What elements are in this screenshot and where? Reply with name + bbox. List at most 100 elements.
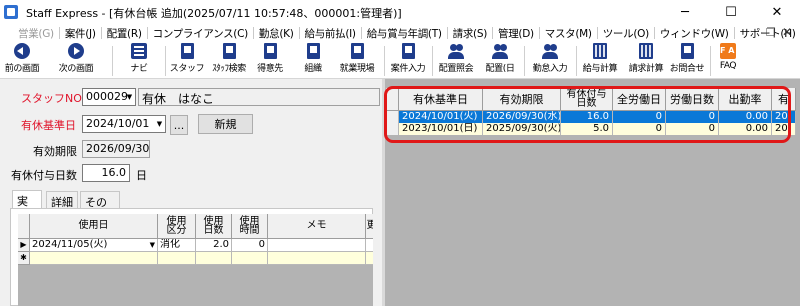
menu-separator: [298, 27, 300, 39]
staff-no-label: スタッフNO: [21, 92, 82, 105]
highlight-annotation: [384, 86, 791, 143]
back-button[interactable]: 前の画面: [2, 42, 42, 79]
placement-inquiry-button[interactable]: 配置照会: [434, 42, 478, 79]
next-button[interactable]: 次の画面: [53, 42, 99, 79]
base-date-value: 2024/10/01: [86, 117, 150, 130]
new-row-cell[interactable]: [30, 252, 158, 265]
menu-separator: [446, 27, 448, 39]
new-row-cell[interactable]: [268, 252, 366, 265]
client-button[interactable]: 得意先: [255, 42, 285, 79]
mdi-close-icon[interactable]: ✕: [782, 25, 792, 39]
staff-no-field[interactable]: 000029 ▼: [82, 88, 136, 106]
menu-admin[interactable]: 管理(D): [494, 26, 538, 41]
date-picker-button[interactable]: ...: [170, 115, 188, 135]
menu-separator: [360, 27, 362, 39]
base-date-label: 有休基準日: [21, 119, 76, 132]
toolbar-separator: [165, 46, 166, 76]
contact-label: お問合せ: [669, 64, 705, 74]
client-icon: [263, 43, 277, 59]
new-row-cell[interactable]: [232, 252, 268, 265]
arrow-right-icon: [68, 43, 84, 59]
calculator-icon: [593, 43, 607, 59]
tab-results[interactable]: 実績: [12, 190, 42, 224]
toolbar-separator: [384, 46, 385, 76]
menu-window[interactable]: ウィンドウ(W): [656, 26, 733, 41]
grant-days-field[interactable]: 16.0: [82, 164, 130, 182]
toolbar-separator: [432, 46, 433, 76]
menu-compliance[interactable]: コンプライアンス(C): [149, 26, 252, 41]
toolbar: 前の画面 次の画面 ナビ スタッフ ｽﾀｯﾌ検索 得意先 組織 就業現場 案件入…: [0, 42, 800, 79]
update-cell[interactable]: [366, 239, 373, 252]
staff-label: スタッフ: [169, 64, 205, 74]
organization-label: 組織: [304, 64, 322, 74]
job-entry-button[interactable]: 案件入力: [386, 42, 430, 79]
menu-jobs[interactable]: 案件(J): [61, 26, 100, 41]
new-row-cell[interactable]: [158, 252, 196, 265]
faq-button[interactable]: F A Q FAQ: [715, 42, 744, 79]
menu-separator: [146, 27, 148, 39]
menu-separator: [596, 27, 598, 39]
staff-name-field: 有休 はなこ: [138, 88, 380, 106]
workplace-button[interactable]: 就業現場: [335, 42, 379, 79]
use-date-value: 2024/11/05(火): [32, 239, 108, 250]
use-days-cell[interactable]: 2.0: [196, 239, 232, 252]
staff-search-button[interactable]: ｽﾀｯﾌ検索: [207, 42, 251, 79]
menu-payroll[interactable]: 給与賞与年調(T): [363, 26, 446, 41]
menu-separator: [538, 27, 540, 39]
menu-tools[interactable]: ツール(O): [599, 26, 653, 41]
staff-button[interactable]: スタッフ: [169, 42, 205, 79]
row-header-corner: [18, 214, 30, 239]
placement-day-label: 配置(日: [485, 64, 515, 74]
navi-button[interactable]: ナビ: [124, 42, 154, 79]
use-category-cell[interactable]: 消化: [158, 239, 196, 252]
minimize-button[interactable]: ─: [662, 0, 708, 24]
menu-advance-pay[interactable]: 給与前払(I): [301, 26, 360, 41]
new-row-cell[interactable]: [196, 252, 232, 265]
mdi-restore-icon[interactable]: ❐: [766, 26, 776, 39]
payroll-calc-label: 給与計算: [582, 64, 618, 74]
menu-master[interactable]: マスタ(M): [541, 26, 596, 41]
attendance-entry-button[interactable]: 勤怠入力: [528, 42, 572, 79]
dropdown-arrow-icon[interactable]: ▼: [154, 116, 165, 132]
placement-day-button[interactable]: 配置(日: [480, 42, 520, 79]
maximize-button[interactable]: ☐: [708, 0, 754, 24]
menu-separator: [252, 27, 254, 39]
new-row-cell[interactable]: [366, 252, 373, 265]
menu-placement[interactable]: 配置(R): [103, 26, 146, 41]
base-date-field[interactable]: 2024/10/01 ▼: [82, 115, 166, 133]
placement-inquiry-label: 配置照会: [438, 64, 474, 74]
menu-attendance[interactable]: 勤怠(K): [255, 26, 298, 41]
column-header-use-category[interactable]: 使用 区分: [158, 214, 196, 239]
billing-calc-button[interactable]: 請求計算: [624, 42, 668, 79]
menu-sales[interactable]: 営業(G): [14, 26, 58, 41]
workplace-label: 就業現場: [339, 64, 375, 74]
people-icon: [492, 43, 508, 59]
column-header-use-date[interactable]: 使用日: [30, 214, 158, 239]
toolbar-separator: [576, 46, 577, 76]
memo-cell[interactable]: [268, 239, 366, 252]
close-button[interactable]: ✕: [754, 0, 800, 24]
billing-calc-label: 請求計算: [628, 64, 664, 74]
staff-search-label: ｽﾀｯﾌ検索: [212, 64, 246, 74]
current-row-marker[interactable]: ▶: [18, 239, 30, 252]
column-header-use-hours[interactable]: 使用 時間: [232, 214, 268, 239]
staff-icon: [180, 43, 194, 59]
tab-details[interactable]: 詳細: [46, 191, 78, 209]
menu-billing[interactable]: 請求(S): [449, 26, 491, 41]
back-label: 前の画面: [4, 64, 40, 74]
column-header-use-days[interactable]: 使用 日数: [196, 214, 232, 239]
new-row-marker[interactable]: ✱: [18, 252, 30, 265]
mail-icon: [680, 43, 694, 59]
dropdown-arrow-icon[interactable]: ▼: [150, 239, 155, 251]
use-date-cell[interactable]: 2024/11/05(火) ▼: [30, 239, 158, 252]
column-header-memo[interactable]: メモ: [268, 214, 366, 239]
contact-button[interactable]: お問合せ: [667, 42, 707, 79]
use-hours-cell[interactable]: 0: [232, 239, 268, 252]
new-button[interactable]: 新規: [198, 114, 253, 134]
dropdown-arrow-icon[interactable]: ▼: [124, 89, 135, 105]
usage-grid[interactable]: 使用日 使用 区分 使用 日数 使用 時間 メモ 更 ▶ 2024/11/05(…: [18, 214, 373, 306]
payroll-calc-button[interactable]: 給与計算: [578, 42, 622, 79]
organization-button[interactable]: 組織: [301, 42, 325, 79]
column-header-update[interactable]: 更: [366, 214, 373, 239]
tab-other[interactable]: その他: [80, 191, 120, 225]
